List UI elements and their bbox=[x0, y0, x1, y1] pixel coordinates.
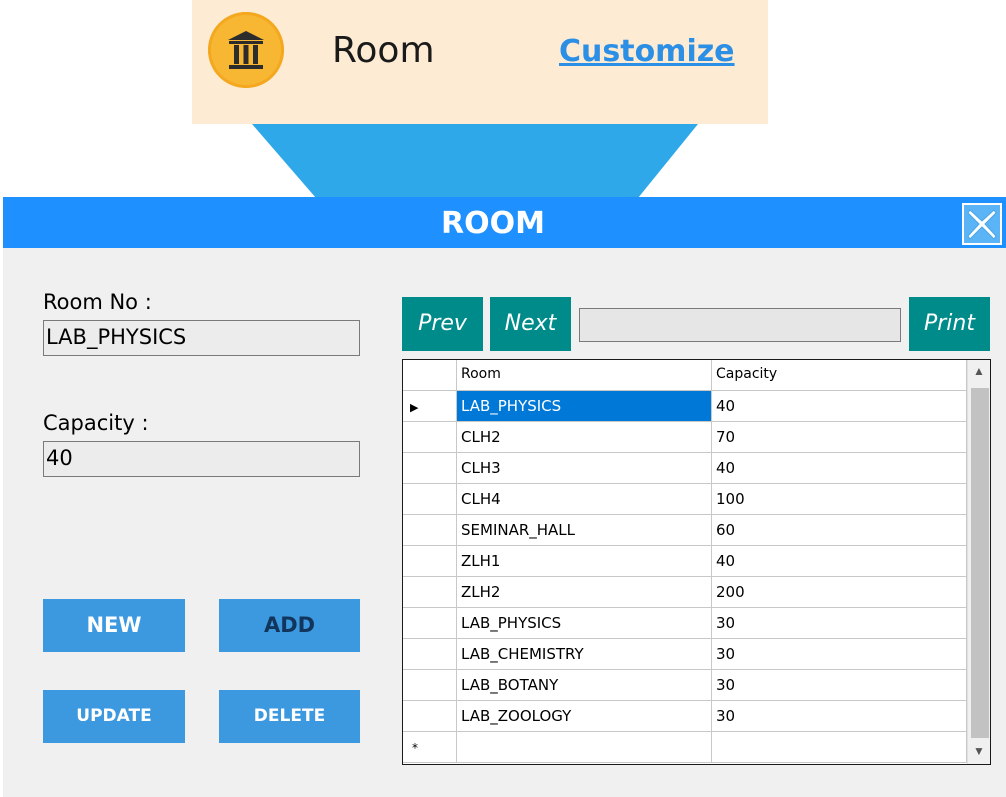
row-selector[interactable] bbox=[403, 453, 457, 484]
close-icon bbox=[967, 209, 997, 240]
room-cell[interactable]: ZLH1 bbox=[457, 546, 712, 577]
row-selector[interactable] bbox=[403, 484, 457, 515]
room-no-input[interactable]: LAB_PHYSICS bbox=[43, 320, 360, 356]
room-grid[interactable]: Room Capacity ▶ LAB_PHYSICS 40 CLH2 70 C… bbox=[402, 359, 991, 765]
capacity-cell[interactable]: 30 bbox=[712, 670, 967, 701]
row-selector[interactable] bbox=[403, 515, 457, 546]
capacity-cell[interactable]: 60 bbox=[712, 515, 967, 546]
row-selector[interactable]: ▶ bbox=[403, 391, 457, 422]
print-button[interactable]: Print bbox=[909, 297, 990, 351]
row-selector[interactable] bbox=[403, 701, 457, 732]
new-room-cell[interactable] bbox=[457, 732, 712, 763]
new-row-selector[interactable]: * bbox=[403, 732, 457, 763]
table-row[interactable]: CLH3 40 bbox=[403, 453, 967, 484]
table-row[interactable]: ZLH2 200 bbox=[403, 577, 967, 608]
capacity-cell[interactable]: 30 bbox=[712, 608, 967, 639]
table-row[interactable]: LAB_CHEMISTRY 30 bbox=[403, 639, 967, 670]
table-row[interactable]: CLH4 100 bbox=[403, 484, 967, 515]
room-cell[interactable]: CLH4 bbox=[457, 484, 712, 515]
connector-shape bbox=[252, 124, 698, 198]
grid-header: Room Capacity bbox=[403, 360, 967, 391]
row-selector[interactable] bbox=[403, 639, 457, 670]
new-row-icon: * bbox=[412, 741, 418, 755]
capacity-cell[interactable]: 40 bbox=[712, 391, 967, 422]
table-row[interactable]: CLH2 70 bbox=[403, 422, 967, 453]
capacity-cell[interactable]: 30 bbox=[712, 639, 967, 670]
row-selector[interactable] bbox=[403, 422, 457, 453]
next-button[interactable]: Next bbox=[490, 297, 571, 351]
room-cell[interactable]: CLH3 bbox=[457, 453, 712, 484]
scrollbar-thumb[interactable] bbox=[971, 388, 989, 738]
capacity-cell[interactable]: 30 bbox=[712, 701, 967, 732]
new-capacity-cell[interactable] bbox=[712, 732, 967, 763]
capacity-cell[interactable]: 100 bbox=[712, 484, 967, 515]
row-selector[interactable] bbox=[403, 546, 457, 577]
row-selector[interactable] bbox=[403, 577, 457, 608]
room-cell[interactable]: CLH2 bbox=[457, 422, 712, 453]
table-row[interactable]: ZLH1 40 bbox=[403, 546, 967, 577]
room-cell[interactable]: SEMINAR_HALL bbox=[457, 515, 712, 546]
close-button[interactable] bbox=[962, 203, 1002, 245]
table-row[interactable]: LAB_BOTANY 30 bbox=[403, 670, 967, 701]
room-cell[interactable]: LAB_BOTANY bbox=[457, 670, 712, 701]
room-cell[interactable]: LAB_CHEMISTRY bbox=[457, 639, 712, 670]
scroll-down-icon[interactable]: ▼ bbox=[973, 744, 985, 758]
table-row[interactable]: LAB_ZOOLOGY 30 bbox=[403, 701, 967, 732]
capacity-cell[interactable]: 40 bbox=[712, 546, 967, 577]
column-header-room[interactable]: Room bbox=[457, 360, 712, 391]
room-cell[interactable]: LAB_ZOOLOGY bbox=[457, 701, 712, 732]
tile-title: Room bbox=[332, 30, 435, 71]
room-cell[interactable]: ZLH2 bbox=[457, 577, 712, 608]
capacity-input[interactable]: 40 bbox=[43, 441, 360, 477]
table-row[interactable]: SEMINAR_HALL 60 bbox=[403, 515, 967, 546]
prev-button[interactable]: Prev bbox=[402, 297, 483, 351]
new-row[interactable]: * bbox=[403, 732, 967, 763]
scroll-up-icon[interactable]: ▲ bbox=[973, 364, 985, 378]
capacity-cell[interactable]: 70 bbox=[712, 422, 967, 453]
room-cell[interactable]: LAB_PHYSICS bbox=[457, 608, 712, 639]
column-header-capacity[interactable]: Capacity bbox=[712, 360, 967, 391]
table-row[interactable]: ▶ LAB_PHYSICS 40 bbox=[403, 391, 967, 422]
room-cell[interactable]: LAB_PHYSICS bbox=[457, 391, 712, 422]
row-header-corner bbox=[403, 360, 457, 391]
window-title: ROOM bbox=[441, 206, 545, 241]
new-button[interactable]: NEW bbox=[43, 599, 185, 652]
vertical-scrollbar[interactable]: ▲ ▼ bbox=[967, 360, 990, 764]
row-selector[interactable] bbox=[403, 670, 457, 701]
capacity-cell[interactable]: 40 bbox=[712, 453, 967, 484]
delete-button[interactable]: DELETE bbox=[219, 690, 360, 743]
current-row-icon: ▶ bbox=[410, 401, 419, 414]
capacity-cell[interactable]: 200 bbox=[712, 577, 967, 608]
search-input[interactable] bbox=[579, 308, 901, 342]
row-selector[interactable] bbox=[403, 608, 457, 639]
stage: Room Customize ROOM Room No : LAB_PHYSIC… bbox=[0, 0, 1006, 797]
update-button[interactable]: UPDATE bbox=[43, 690, 185, 743]
table-row[interactable]: LAB_PHYSICS 30 bbox=[403, 608, 967, 639]
add-button[interactable]: ADD bbox=[219, 599, 360, 652]
capacity-label: Capacity : bbox=[43, 411, 149, 435]
customize-link[interactable]: Customize bbox=[559, 34, 735, 69]
room-no-label: Room No : bbox=[43, 290, 152, 314]
institution-icon bbox=[208, 12, 284, 88]
